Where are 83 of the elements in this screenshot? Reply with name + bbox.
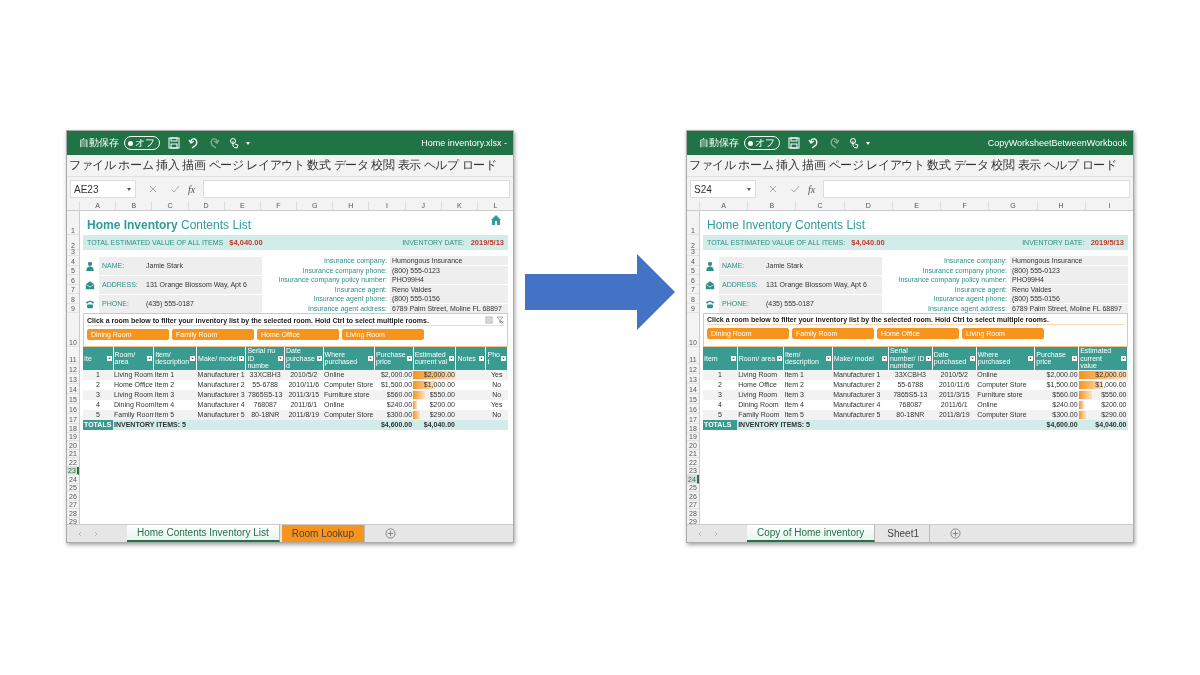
touch-mode-icon[interactable]	[848, 137, 860, 149]
filter-dropdown-icon[interactable]	[825, 355, 831, 361]
filter-dropdown-icon[interactable]	[316, 355, 322, 361]
filter-dropdown-icon[interactable]	[190, 355, 196, 361]
filter-dropdown-icon[interactable]	[730, 355, 736, 361]
clear-filter-icon[interactable]	[496, 316, 504, 324]
save-icon[interactable]	[788, 137, 800, 149]
cancel-icon[interactable]	[148, 184, 158, 194]
menu-tab[interactable]: 校閲	[991, 157, 1015, 174]
save-icon[interactable]	[168, 137, 180, 149]
cancel-icon[interactable]	[768, 184, 778, 194]
redo-icon[interactable]	[828, 137, 840, 149]
name-box[interactable]: S24	[690, 180, 756, 198]
window-title: Home inventory.xlsx -	[420, 138, 507, 148]
menu-tab[interactable]: 表示	[1017, 157, 1041, 174]
caret-icon	[746, 186, 752, 192]
menu-tab[interactable]: 表示	[397, 157, 421, 174]
filter-dropdown-icon[interactable]	[406, 355, 412, 361]
formula-input[interactable]	[823, 180, 1130, 198]
menu-tab[interactable]: データ	[333, 157, 369, 174]
check-icon[interactable]	[170, 184, 180, 194]
touch-mode-icon[interactable]	[228, 137, 240, 149]
filter-dropdown-icon[interactable]	[239, 355, 245, 361]
name-box[interactable]: AE23	[70, 180, 136, 198]
menu-tab[interactable]: データ	[953, 157, 989, 174]
menu-tab[interactable]: ロード	[461, 157, 497, 174]
menu-tab[interactable]: ファイル	[69, 157, 116, 174]
menu-tab[interactable]: 数式	[927, 157, 951, 174]
menu-tab[interactable]: 挿入	[156, 157, 180, 174]
filter-dropdown-icon[interactable]	[777, 355, 782, 361]
undo-icon[interactable]	[188, 137, 200, 149]
filter-dropdown-icon[interactable]	[278, 355, 283, 361]
autosave-label: 自動保存	[699, 136, 739, 150]
filter-dropdown-icon[interactable]	[368, 355, 374, 361]
menu-tab[interactable]: ヘルプ	[423, 157, 459, 174]
menu-tab[interactable]: 校閲	[371, 157, 395, 174]
customize-caret-icon[interactable]	[245, 140, 251, 146]
customize-caret-icon[interactable]	[865, 140, 871, 146]
filter-dropdown-icon[interactable]	[1072, 355, 1078, 361]
filter-dropdown-icon[interactable]	[147, 355, 153, 361]
sheet-tab[interactable]: Home Contents Inventory List	[127, 525, 280, 542]
menu-tab[interactable]: 挿入	[776, 157, 800, 174]
filter-dropdown-icon[interactable]	[969, 355, 975, 361]
menu-tab[interactable]: ロード	[1081, 157, 1117, 174]
add-sheet-icon[interactable]	[385, 528, 396, 539]
filter-dropdown-icon[interactable]	[449, 355, 455, 361]
sheet-tab[interactable]: Copy of Home inventory	[747, 525, 876, 542]
insert-function-button[interactable]: fx	[806, 183, 818, 195]
insert-function-button[interactable]: fx	[186, 183, 198, 195]
menu-tab[interactable]: 数式	[307, 157, 331, 174]
filter-dropdown-icon[interactable]	[925, 355, 931, 361]
envelope-icon	[705, 279, 715, 290]
menu-tab[interactable]: ヘルプ	[1043, 157, 1079, 174]
autosave-label: 自動保存	[79, 136, 119, 150]
filter-dropdown-icon[interactable]	[479, 355, 485, 361]
filter-dropdown-icon[interactable]	[106, 355, 112, 361]
caret-icon	[126, 186, 132, 192]
formula-input[interactable]	[203, 180, 510, 198]
check-icon[interactable]	[790, 184, 800, 194]
filter-dropdown-icon[interactable]	[501, 355, 506, 361]
window-title: CopyWorksheetBetweenWorkbook	[986, 138, 1127, 148]
filter-dropdown-icon[interactable]	[881, 355, 887, 361]
filter-dropdown-icon[interactable]	[1121, 355, 1126, 361]
envelope-icon	[85, 279, 95, 290]
menu-tab[interactable]: ページ レイアウト	[208, 157, 305, 174]
undo-icon[interactable]	[808, 137, 820, 149]
filter-dropdown-icon[interactable]	[1028, 355, 1034, 361]
sheet-title: Home Inventory Contents List	[87, 218, 252, 232]
menu-tab[interactable]: 描画	[802, 157, 826, 174]
phone-icon	[85, 298, 95, 309]
sheet-tab[interactable]: Room Lookup	[281, 525, 365, 542]
phone-icon	[705, 298, 715, 309]
menu-tab[interactable]: 描画	[182, 157, 206, 174]
redo-icon[interactable]	[208, 137, 220, 149]
sheet-tab[interactable]: Sheet1	[877, 525, 930, 542]
add-sheet-icon[interactable]	[950, 528, 961, 539]
menu-tab[interactable]: ホーム	[738, 157, 774, 174]
menu-tab[interactable]: ファイル	[689, 157, 736, 174]
person-icon	[85, 260, 95, 271]
menu-tab[interactable]: ホーム	[118, 157, 154, 174]
sheet-title: Home Inventory Contents List	[707, 218, 866, 232]
menu-tab[interactable]: ページ レイアウト	[828, 157, 925, 174]
person-icon	[705, 260, 715, 271]
